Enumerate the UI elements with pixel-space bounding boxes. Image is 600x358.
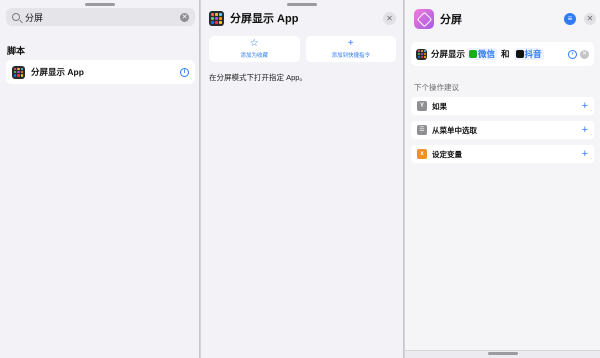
if-icon: Y <box>417 101 427 111</box>
suggestion-label: 如果 <box>432 101 447 111</box>
search-input[interactable]: 分屏 <box>25 11 180 24</box>
add-favorite-label: 添加为收藏 <box>240 53 268 59</box>
search-icon <box>12 13 20 21</box>
app-grid-icon <box>209 10 224 26</box>
add-shortcut-label: 添加到快捷指令 <box>331 53 370 59</box>
plus-icon: + <box>347 38 354 49</box>
info-icon[interactable]: i <box>180 67 189 77</box>
options-menu-button[interactable]: ≡ <box>564 13 576 25</box>
app-grid-icon <box>12 65 25 79</box>
app-token-label: 抖音 <box>524 49 542 59</box>
editor-title[interactable]: 分屏 <box>440 11 462 27</box>
clear-icon[interactable]: ✕ <box>180 12 189 22</box>
app-grid-icon <box>416 48 427 60</box>
add-shortcut-button[interactable]: + 添加到快捷指令 <box>305 36 396 62</box>
editor-header: 分屏 <box>414 9 462 29</box>
suggestion-set-variable[interactable]: x 设定变量 + <box>411 145 594 163</box>
drag-handle[interactable] <box>287 3 317 6</box>
suggestions-title: 下个操作建议 <box>414 83 459 92</box>
app-token-tiktok[interactable]: 抖音 <box>513 48 544 60</box>
search-panel: 分屏 ✕ 脚本 分屏显示 App i <box>0 0 200 358</box>
action-conjunction: 和 <box>501 49 510 59</box>
star-icon: ☆ <box>249 38 259 49</box>
add-icon[interactable]: + <box>582 124 588 136</box>
detail-actions: ☆ 添加为收藏 + 添加到快捷指令 <box>209 36 396 62</box>
add-icon[interactable]: + <box>582 148 588 160</box>
action-split-screen[interactable]: 分屏显示 微信 和 抖音 › ✕ <box>411 42 594 66</box>
editor-panel: 分屏 ≡ ✕ 分屏显示 微信 和 抖音 › ✕ 下个操作建议 Y 如果 + ☰ … <box>405 0 600 358</box>
drag-handle[interactable] <box>84 3 115 6</box>
detail-panel: 分屏显示 App ✕ ☆ 添加为收藏 + 添加到快捷指令 在分屏模式下打开指定 … <box>201 0 404 358</box>
close-button[interactable]: ✕ <box>584 13 596 25</box>
section-title-scripts: 脚本 <box>7 46 26 56</box>
expand-chevron-icon[interactable]: › <box>568 49 577 59</box>
app-token-label: 微信 <box>478 49 496 59</box>
detail-title: 分屏显示 App <box>230 13 299 25</box>
tiktok-icon <box>515 50 524 58</box>
search-field[interactable]: 分屏 ✕ <box>6 8 195 26</box>
drag-handle[interactable] <box>487 352 518 355</box>
suggestion-label: 设定变量 <box>432 149 462 159</box>
add-favorite-button[interactable]: ☆ 添加为收藏 <box>209 36 300 62</box>
close-button[interactable]: ✕ <box>383 12 396 25</box>
menu-list-icon: ☰ <box>417 125 427 135</box>
shortcut-icon[interactable] <box>414 9 434 29</box>
detail-header: 分屏显示 App <box>209 10 298 26</box>
suggestion-label: 从菜单中选取 <box>432 125 477 135</box>
result-item-split-screen[interactable]: 分屏显示 App i <box>6 60 195 84</box>
add-icon[interactable]: + <box>582 100 588 112</box>
action-verb: 分屏显示 <box>431 49 466 59</box>
result-label: 分屏显示 App <box>31 67 84 77</box>
suggestion-choose-from-menu[interactable]: ☰ 从菜单中选取 + <box>411 121 594 139</box>
detail-description: 在分屏模式下打开指定 App。 <box>209 73 307 82</box>
app-token-wechat[interactable]: 微信 <box>467 48 498 60</box>
wechat-icon <box>469 50 478 58</box>
suggestion-if[interactable]: Y 如果 + <box>411 97 594 115</box>
variable-icon: x <box>417 149 427 159</box>
remove-action-icon[interactable]: ✕ <box>580 49 589 59</box>
